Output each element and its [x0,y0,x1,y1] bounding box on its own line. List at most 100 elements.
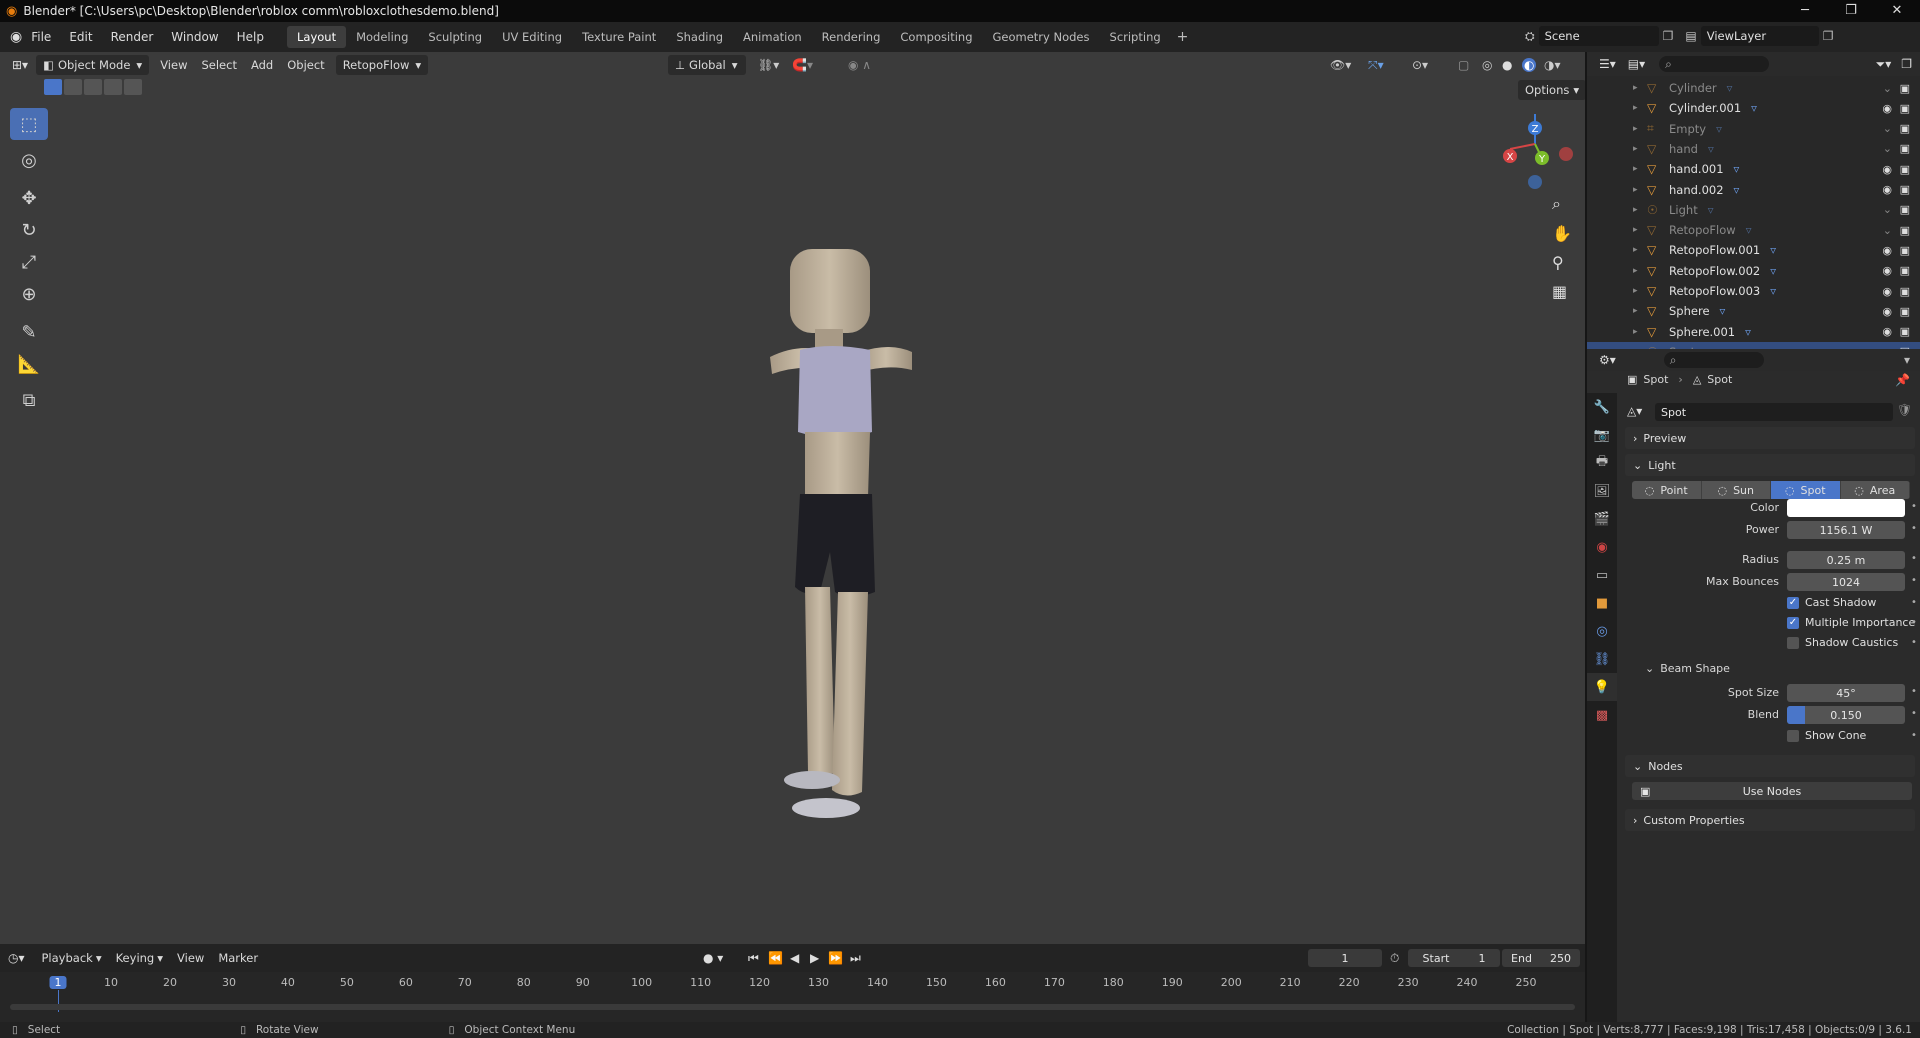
options-dropdown[interactable]: Options ▾ [1518,80,1587,100]
outliner-item-name[interactable]: Cylinder [1669,81,1717,95]
power-field[interactable]: 1156.1 W [1787,521,1905,539]
expand-arrow-icon[interactable]: ▸ [1633,286,1647,296]
select-subtract-icon[interactable] [84,79,102,95]
light-color-swatch[interactable] [1787,499,1905,517]
camera-icon[interactable]: ▣ [1900,163,1910,176]
outliner-row[interactable]: ▸ ⌗ Empty ▿ ⌄ ▣ [1587,119,1920,139]
prev-keyframe-icon[interactable]: ⏪ [768,951,783,965]
marker-menu[interactable]: Marker [211,948,265,968]
overlay-icon[interactable]: ⊙▾ [1412,58,1428,72]
annotate-tool[interactable]: ✎ [10,316,48,348]
physics-tab-icon[interactable]: ◎ [1587,617,1617,645]
blender-menu-icon[interactable]: ◉ [10,29,22,45]
rotate-tool[interactable]: ↻ [10,214,48,246]
camera-icon[interactable]: ▣ [1900,142,1910,155]
eye-icon[interactable]: ⌄ [1883,142,1892,155]
current-frame-field[interactable]: 1 [1308,949,1382,967]
xray-icon[interactable]: ▢ [1458,58,1469,72]
gizmo-toggle-icon[interactable]: ⤧▾ [1368,58,1384,73]
eye-icon[interactable]: ◉ [1882,244,1892,257]
keying-menu[interactable]: Keying ▾ [109,948,170,968]
eye-icon[interactable]: ⌄ [1883,122,1892,135]
outliner-editor-icon[interactable]: ☰▾ [1599,57,1616,71]
outliner-row[interactable]: ▸ ▽ RetopoFlow.003 ▿ ◉ ▣ [1587,281,1920,301]
animate-dot-icon[interactable]: • [1911,553,1917,564]
camera-icon[interactable]: ▣ [1900,305,1910,318]
multiple-importance-checkbox[interactable]: ✓ Multiple Importance [1787,616,1915,629]
outliner-item-name[interactable]: RetopoFlow.002 [1669,264,1760,278]
light-type-area-button[interactable]: ◌ Area [1841,481,1910,499]
animate-dot-icon[interactable]: • [1911,708,1917,719]
collection-tab-icon[interactable]: ▭ [1587,561,1617,589]
tab-geometry-nodes[interactable]: Geometry Nodes [983,26,1100,48]
animate-dot-icon[interactable]: • [1911,686,1917,697]
camera-icon[interactable]: ▣ [1900,264,1910,277]
outliner-item-name[interactable]: Sphere [1669,304,1710,318]
constraints-tab-icon[interactable]: ⛓ [1587,645,1617,673]
expand-arrow-icon[interactable]: ▸ [1633,205,1647,215]
playback-menu[interactable]: Playback ▾ [35,948,109,968]
use-nodes-button[interactable]: ▣ Use Nodes [1632,782,1912,800]
outliner-row[interactable]: ▸ ▽ Sphere.001 ▿ ◉ ▣ [1587,322,1920,342]
eye-icon[interactable]: ⌄ [1883,203,1892,216]
scene-selector[interactable]: Scene [1538,26,1659,46]
properties-options-icon[interactable]: ▾ [1904,353,1910,367]
tab-uv-editing[interactable]: UV Editing [492,26,572,48]
eye-icon[interactable]: ◉ [1882,325,1892,338]
camera-icon[interactable]: ▣ [1900,203,1910,216]
outliner-item-name[interactable]: Sphere.001 [1669,325,1735,339]
select-menu[interactable]: Select [194,55,243,75]
timeline-editor[interactable]: ◷▾ Playback ▾ Keying ▾ View Marker ● ▾ ⏮ ⏪… [0,944,1585,1022]
menu-help[interactable]: Help [228,30,273,44]
animate-dot-icon[interactable]: • [1911,730,1917,741]
camera-icon[interactable]: ▣ [1900,102,1910,115]
editor-type-icon[interactable]: ⊞▾ [12,58,28,72]
outliner-row[interactable]: ▸ ▽ hand.002 ▿ ◉ ▣ [1587,180,1920,200]
rendered-shading-icon[interactable]: ◑▾ [1544,58,1561,72]
outliner-row[interactable]: ▸ ▽ hand.001 ▿ ◉ ▣ [1587,159,1920,179]
expand-arrow-icon[interactable]: ▸ [1633,225,1647,235]
outliner-row[interactable]: ▸ ▽ RetopoFlow.001 ▿ ◉ ▣ [1587,240,1920,260]
tab-animation[interactable]: Animation [733,26,812,48]
outliner-item-name[interactable]: RetopoFlow.003 [1669,284,1760,298]
frame-ruler[interactable]: 1 10 20 30 40 50 60 70 80 90 100 110 120 130 140 150 160… [0,972,1585,1012]
outliner-row[interactable]: ▸ ▽ hand ▿ ⌄ ▣ [1587,139,1920,159]
outliner-row[interactable]: ▸ ▽ Cylinder ▿ ⌄ ▣ [1587,78,1920,98]
texture-tab-icon[interactable]: ▩ [1587,701,1617,729]
timeline-editor-icon[interactable]: ◷▾ [8,951,25,965]
new-scene-icon[interactable]: ❐ [1663,29,1674,43]
zoom-icon[interactable]: ⌕ [1552,194,1572,214]
tab-compositing[interactable]: Compositing [890,26,982,48]
outliner-row[interactable]: ▸ ▽ Cylinder.001 ▿ ◉ ▣ [1587,98,1920,118]
timeline-scrollbar[interactable] [10,1004,1575,1010]
camera-icon[interactable]: ▣ [1900,183,1910,196]
light-type-spot-button[interactable]: ◌ Spot [1771,481,1841,499]
next-keyframe-icon[interactable]: ⏩ [828,951,843,965]
nodes-panel-header[interactable]: ⌄ Nodes [1625,755,1915,777]
properties-editor-icon[interactable]: ⚙▾ [1599,353,1616,367]
eye-icon[interactable]: ◉ [1882,305,1892,318]
menu-file[interactable]: File [22,30,60,44]
show-cone-checkbox[interactable]: Show Cone [1787,729,1866,742]
new-viewlayer-icon[interactable]: ❐ [1823,29,1834,43]
maximize-button[interactable]: ❐ [1828,0,1874,22]
object-tab-icon[interactable]: ■ [1587,589,1617,617]
scale-tool[interactable]: ⤢ [10,246,48,278]
transform-tool[interactable]: ⊕ [10,278,48,310]
add-workspace-button[interactable]: + [1177,29,1189,45]
animate-dot-icon[interactable]: • [1911,597,1917,608]
max-bounces-field[interactable]: 1024 [1787,573,1905,591]
blend-slider[interactable]: 0.150 [1787,706,1905,724]
expand-arrow-icon[interactable]: ▸ [1633,124,1647,134]
eye-icon[interactable]: ◉ [1882,102,1892,115]
outliner-item-name[interactable]: hand [1669,142,1698,156]
shadow-caustics-checkbox[interactable]: Shadow Caustics [1787,636,1898,649]
camera-icon[interactable]: ▣ [1900,82,1910,95]
wireframe-shading-icon[interactable]: ◎ [1482,58,1492,72]
scene-tab-icon[interactable]: 🎬 [1587,505,1617,533]
outliner-item-name[interactable]: Empty [1669,122,1706,136]
viewlayer-selector[interactable]: ViewLayer [1700,26,1819,46]
timer-icon[interactable]: ⏱ [1390,951,1399,966]
move-tool[interactable]: ✥ [10,182,48,214]
animate-dot-icon[interactable]: • [1911,617,1917,628]
